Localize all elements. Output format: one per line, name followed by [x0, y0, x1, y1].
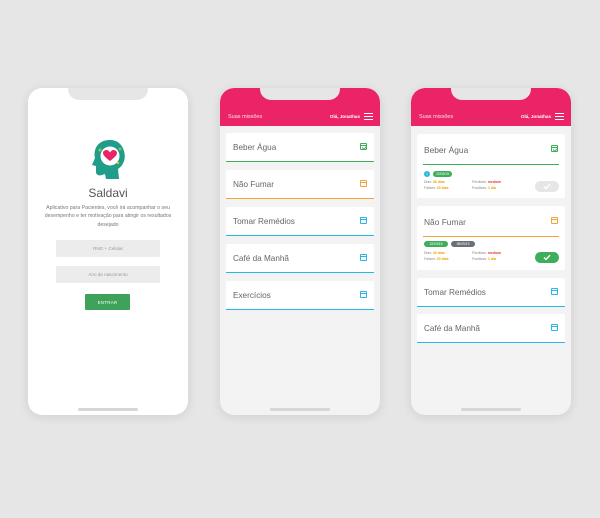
- lost-label: Perdidas:: [472, 180, 487, 184]
- calendar-icon[interactable]: [360, 254, 367, 261]
- days-label: Dias:: [424, 180, 432, 184]
- notch: [260, 88, 340, 100]
- mission-card-medicine[interactable]: Tomar Remédios: [417, 278, 565, 307]
- notch: [68, 88, 148, 100]
- header-title: Suas missões: [228, 114, 263, 120]
- mission-list: Beber Água Não Fumar Tomar Remédios Café…: [226, 133, 374, 318]
- notch: [451, 88, 531, 100]
- mission-title: Beber Água: [233, 143, 277, 152]
- mission-underline: [417, 306, 565, 307]
- mission-underline: [226, 309, 374, 310]
- missions-screen: Suas missões Olá, Jonathas Beber Água Nã…: [220, 88, 380, 415]
- mission-underline: [226, 198, 374, 199]
- home-indicator: [270, 408, 330, 411]
- date-badge: 22/03/19: [424, 241, 448, 247]
- home-indicator: [78, 408, 138, 411]
- mission-title: Não Fumar: [424, 217, 466, 227]
- mission-title: Não Fumar: [233, 180, 274, 189]
- app-name: Saldavi: [88, 186, 128, 200]
- lost-value: medium: [487, 251, 502, 255]
- remaining-value: 20 dias: [436, 256, 449, 261]
- menu-icon[interactable]: [555, 113, 564, 120]
- calendar-icon[interactable]: [551, 324, 558, 331]
- check-icon: [543, 183, 551, 190]
- complete-toggle-off[interactable]: [535, 181, 559, 192]
- mission-card-breakfast[interactable]: Café da Manhã: [417, 314, 565, 343]
- positive-value: 1 dia: [487, 256, 496, 261]
- mission-card-water-expanded[interactable]: Beber Água 1 22/03/19 Dias: 30 dias Falt…: [417, 134, 565, 198]
- calendar-check-icon[interactable]: [360, 143, 367, 150]
- positive-label: Positivas:: [472, 256, 487, 261]
- mission-underline: [226, 272, 374, 273]
- header-title: Suas missões: [419, 114, 454, 120]
- positive-value: 1 dia: [487, 185, 496, 190]
- date-badge: 08/09/19: [451, 241, 475, 247]
- mission-card-smoking[interactable]: Não Fumar: [226, 170, 374, 199]
- remaining-label: Faltam:: [424, 185, 436, 190]
- lost-label: Perdidas:: [472, 251, 487, 255]
- missions-detail-screen: Suas missões Olá, Jonathas Beber Água 1 …: [411, 88, 571, 415]
- enter-button[interactable]: ENTRAR: [85, 294, 130, 310]
- app-logo-icon: [92, 140, 125, 179]
- mission-title: Beber Água: [424, 145, 469, 155]
- calendar-icon[interactable]: [360, 180, 367, 187]
- mission-title: Tomar Remédios: [424, 288, 486, 297]
- mission-card-exercise[interactable]: Exercícios: [226, 281, 374, 310]
- days-value: 30 dias: [432, 180, 445, 184]
- remaining-label: Faltam:: [424, 256, 436, 261]
- days-stats: Dias: 30 dias Faltam: 20 dias: [424, 251, 449, 262]
- birth-year-input[interactable]: [56, 266, 160, 283]
- header-user: Olá, Jonathas: [329, 114, 360, 119]
- days-value: 30 dias: [432, 251, 445, 255]
- mission-card-medicine[interactable]: Tomar Remédios: [226, 207, 374, 236]
- count-badge: 1: [424, 171, 430, 177]
- calendar-icon[interactable]: [551, 288, 558, 295]
- check-icon: [543, 254, 551, 261]
- mission-underline: [423, 236, 559, 237]
- mission-underline: [423, 164, 559, 165]
- header-user: Olá, Jonathas: [520, 114, 551, 119]
- calendar-icon[interactable]: [360, 217, 367, 224]
- date-badge: 22/03/19: [433, 171, 452, 177]
- mission-card-water[interactable]: Beber Água: [226, 133, 374, 162]
- cpf-input[interactable]: [56, 240, 160, 257]
- mission-title: Exercícios: [233, 291, 271, 300]
- mission-underline: [226, 161, 374, 162]
- mission-title: Tomar Remédios: [233, 217, 295, 226]
- remaining-value: 20 dias: [436, 185, 449, 190]
- calendar-icon[interactable]: [360, 291, 367, 298]
- days-stats: Dias: 30 dias Faltam: 20 dias: [424, 180, 449, 191]
- home-indicator: [461, 408, 521, 411]
- positive-label: Positivas:: [472, 185, 487, 190]
- result-stats: Perdidas: medium Positivas: 1 dia: [472, 180, 501, 191]
- app-description: Aplicativo para Pacientes, você irá acom…: [44, 205, 172, 228]
- calendar-check-icon[interactable]: [551, 145, 558, 152]
- mission-underline: [417, 342, 565, 343]
- days-label: Dias:: [424, 251, 432, 255]
- complete-toggle-on[interactable]: [535, 252, 559, 263]
- lost-value: medium: [487, 180, 502, 184]
- menu-icon[interactable]: [364, 113, 373, 120]
- mission-title: Café da Manhã: [424, 324, 480, 333]
- mission-title: Café da Manhã: [233, 254, 289, 263]
- mission-card-breakfast[interactable]: Café da Manhã: [226, 244, 374, 273]
- mission-underline: [226, 235, 374, 236]
- mission-card-smoking-expanded[interactable]: Não Fumar 22/03/19 08/09/19 Dias: 30 dia…: [417, 206, 565, 270]
- login-screen: Saldavi Aplicativo para Pacientes, você …: [28, 88, 188, 415]
- calendar-icon[interactable]: [551, 217, 558, 224]
- result-stats: Perdidas: medium Positivas: 1 dia: [472, 251, 501, 262]
